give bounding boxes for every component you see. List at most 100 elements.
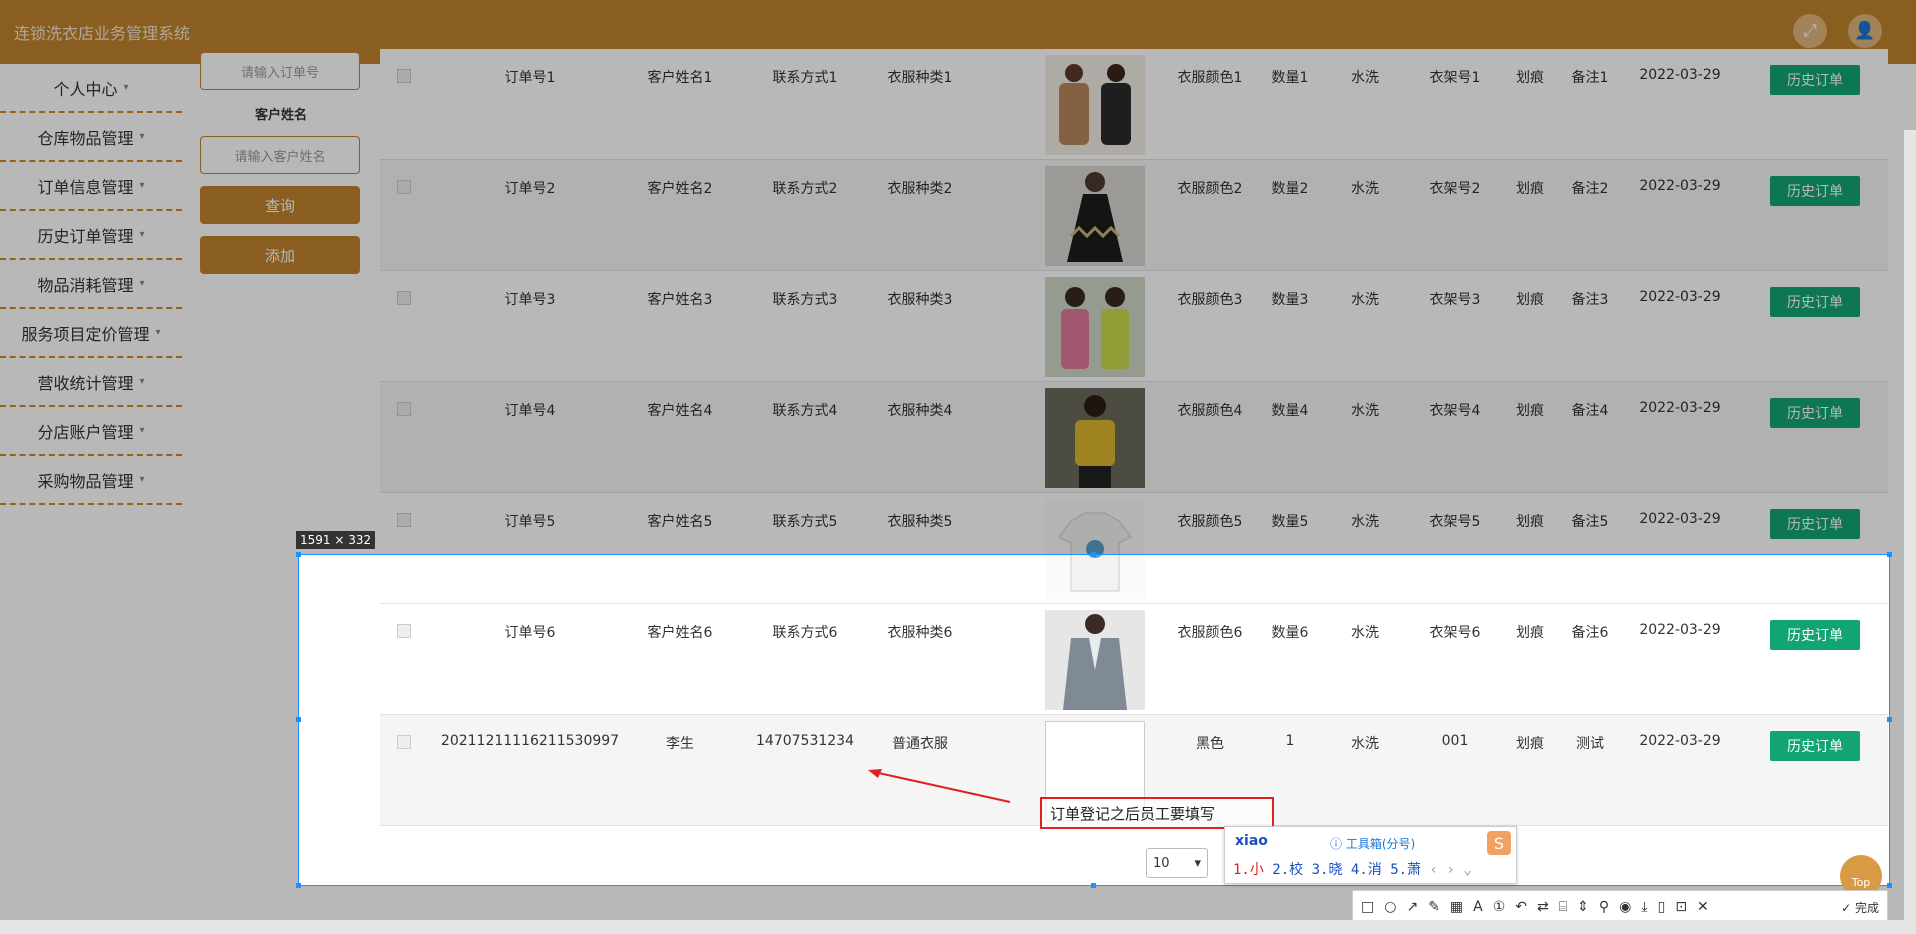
resize-handle[interactable]: [296, 717, 301, 722]
done-button[interactable]: ✓ 完成: [1841, 899, 1879, 916]
sidebar-item-purchasing[interactable]: 采购物品管理 ▾: [0, 456, 182, 505]
clothing-color: 衣服颜色5: [1177, 514, 1243, 530]
table-row: 订单号4 客户姓名4 联系方式4 衣服种类4 衣服颜色4 数量4 水洗 衣架号4…: [380, 382, 1888, 493]
pin-icon[interactable]: ⚲: [1599, 899, 1609, 915]
mosaic-icon[interactable]: ▦: [1450, 899, 1463, 915]
selection-size-label: 1591 × 332: [296, 531, 376, 549]
sidebar-item-branch-accounts[interactable]: 分店账户管理 ▾: [0, 407, 182, 456]
history-order-button[interactable]: 历史订单: [1770, 65, 1860, 95]
history-order-button[interactable]: 历史订单: [1770, 509, 1860, 539]
table-row: 订单号3 客户姓名3 联系方式3 衣服种类3 衣服颜色3 数量3 水洗 衣架号3…: [380, 271, 1888, 382]
close-icon[interactable]: ✕: [1697, 899, 1709, 915]
text-icon[interactable]: A: [1473, 899, 1483, 915]
history-order-button[interactable]: 历史订单: [1770, 176, 1860, 206]
wash-method: 水洗: [1351, 292, 1379, 308]
undo-icon[interactable]: ↶: [1515, 899, 1527, 915]
add-button[interactable]: 添加: [200, 236, 360, 274]
ellipse-icon[interactable]: ○: [1384, 899, 1396, 915]
resize-handle[interactable]: [1091, 883, 1096, 888]
customer-name-input[interactable]: 请输入客户姓名: [200, 136, 360, 174]
row-checkbox[interactable]: [397, 291, 411, 305]
ime-candidates: 1.小 2.校 3.晓 4.消 5.萧 ‹ › ⌄: [1233, 859, 1472, 879]
ime-page-nav[interactable]: ‹ › ⌄: [1429, 862, 1471, 878]
annotation-arrow: [868, 769, 1011, 803]
clothing-image: [1045, 388, 1145, 488]
damage: 划痕: [1516, 181, 1544, 197]
sidebar-item-pricing[interactable]: 服务项目定价管理 ▾: [0, 309, 182, 358]
sidebar-item-history[interactable]: 历史订单管理 ▾: [0, 211, 182, 260]
screenshot-selection[interactable]: [296, 552, 1892, 888]
customer-name: 客户姓名1: [647, 70, 713, 86]
vertical-scrollbar[interactable]: [1904, 130, 1916, 920]
row-checkbox[interactable]: [397, 180, 411, 194]
ime-candidate[interactable]: 5.萧: [1390, 862, 1421, 878]
chevron-down-icon: ▾: [1194, 855, 1201, 871]
row-checkbox[interactable]: [397, 69, 411, 83]
long-screenshot-icon[interactable]: ⇕: [1577, 899, 1589, 915]
clothing-color: 衣服颜色2: [1177, 181, 1243, 197]
page-size-select[interactable]: 10 ▾: [1146, 848, 1208, 878]
sidebar-item-personal-center[interactable]: 个人中心 ▾: [0, 64, 182, 113]
sidebar-item-label: 采购物品管理: [37, 471, 134, 491]
history-order-button[interactable]: 历史订单: [1770, 287, 1860, 317]
save-icon[interactable]: ⤓: [1641, 899, 1647, 915]
horizontal-scrollbar[interactable]: [0, 920, 1916, 934]
clothing-image: [1045, 277, 1145, 377]
ime-candidate[interactable]: 2.校: [1272, 862, 1303, 878]
ime-candidate[interactable]: 3.晓: [1312, 862, 1343, 878]
sidebar-item-consumption[interactable]: 物品消耗管理 ▾: [0, 260, 182, 309]
customer-name: 客户姓名5: [647, 514, 713, 530]
order-number: 订单号4: [504, 403, 556, 419]
ime-candidate[interactable]: 1.小: [1233, 862, 1264, 878]
arrow-icon[interactable]: ↗: [1406, 899, 1418, 915]
done-label: 完成: [1854, 900, 1879, 915]
fullscreen-icon[interactable]: ⤢: [1793, 14, 1827, 48]
rectangle-icon[interactable]: □: [1361, 899, 1374, 915]
annotation-text-box[interactable]: 订单登记之后员工要填写: [1040, 797, 1274, 829]
clothing-image: [1045, 166, 1145, 266]
record-icon[interactable]: ◉: [1619, 899, 1631, 915]
query-button[interactable]: 查询: [200, 186, 360, 224]
customer-name: 客户姓名2: [647, 181, 713, 197]
pen-icon[interactable]: ✎: [1428, 899, 1440, 915]
chevron-down-icon: ▾: [155, 327, 161, 338]
order-number: 订单号3: [504, 292, 556, 308]
translate-icon[interactable]: ⇄: [1537, 899, 1549, 915]
resize-handle[interactable]: [296, 883, 301, 888]
clothing-type: 衣服种类4: [887, 403, 953, 419]
clothing-type: 衣服种类2: [887, 181, 953, 197]
sidebar-item-orders[interactable]: 订单信息管理 ▾: [0, 162, 182, 211]
table-row: 订单号1 客户姓名1 联系方式1 衣服种类1 衣服颜色1 数量1 水洗 衣架号1…: [380, 49, 1888, 160]
ime-toolbox[interactable]: ⓘ 工具箱(分号): [1330, 835, 1415, 852]
order-number-input[interactable]: 请输入订单号: [200, 52, 360, 90]
resize-handle[interactable]: [1887, 717, 1892, 722]
contact: 联系方式1: [772, 70, 838, 86]
row-checkbox[interactable]: [397, 402, 411, 416]
ime-candidate-window: xiao ⓘ 工具箱(分号) S 1.小 2.校 3.晓 4.消 5.萧 ‹ ›…: [1224, 826, 1517, 884]
order-number: 订单号1: [504, 70, 556, 86]
bookmark-icon[interactable]: ⊡: [1675, 899, 1687, 915]
note: 备注4: [1571, 403, 1609, 419]
resize-handle[interactable]: [1887, 883, 1892, 888]
quantity: 数量5: [1271, 514, 1309, 530]
resize-handle[interactable]: [296, 552, 301, 557]
quantity: 数量4: [1271, 403, 1309, 419]
ime-candidate[interactable]: 4.消: [1351, 862, 1382, 878]
phone-icon[interactable]: ▯: [1658, 899, 1666, 915]
user-avatar-icon[interactable]: 👤: [1848, 14, 1882, 48]
quantity: 数量3: [1271, 292, 1309, 308]
sidebar-item-label: 历史订单管理: [37, 226, 134, 246]
sidebar-item-revenue[interactable]: 营收统计管理 ▾: [0, 358, 182, 407]
row-checkbox[interactable]: [397, 513, 411, 527]
rack-number: 衣架号1: [1429, 70, 1481, 86]
resize-handle[interactable]: [1091, 552, 1096, 557]
chevron-down-icon: ▾: [139, 474, 145, 485]
history-order-button[interactable]: 历史订单: [1770, 398, 1860, 428]
customer-name: 客户姓名4: [647, 403, 713, 419]
note: 备注1: [1571, 70, 1609, 86]
ocr-icon[interactable]: ⌸: [1559, 899, 1567, 915]
resize-handle[interactable]: [1887, 552, 1892, 557]
clothing-color: 衣服颜色3: [1177, 292, 1243, 308]
sidebar-item-warehouse[interactable]: 仓库物品管理 ▾: [0, 113, 182, 162]
number-icon[interactable]: ①: [1493, 899, 1506, 915]
